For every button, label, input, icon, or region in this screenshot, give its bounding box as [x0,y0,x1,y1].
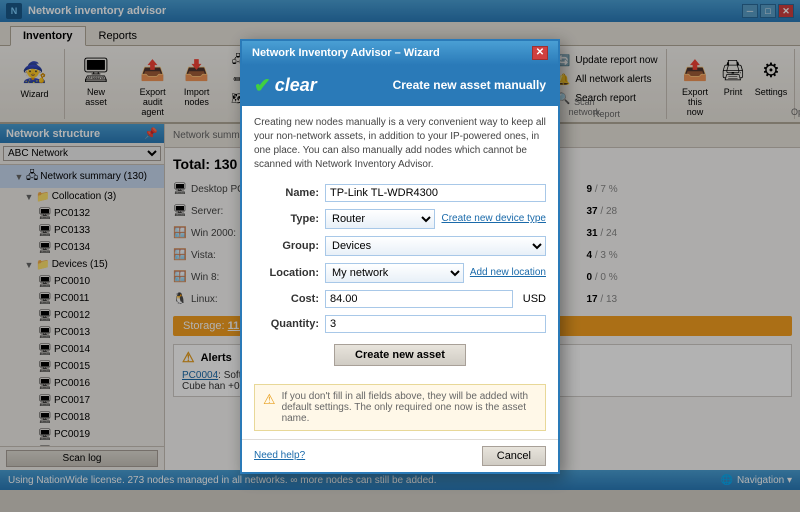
modal-overlay: Network Inventory Advisor – Wizard ✕ ✔ c… [0,0,800,512]
logo-text: clear [275,75,317,96]
app-logo: ✔ clear [254,73,317,98]
type-select[interactable]: Router Switch Server Desktop PC [325,209,435,229]
warning-icon: ⚠ [263,391,276,408]
name-label: Name: [254,187,319,199]
form-row-type: Type: Router Switch Server Desktop PC Cr… [254,209,546,229]
modal-body: Creating new nodes manually is a very co… [242,106,558,376]
form-row-cost: Cost: USD [254,290,546,308]
type-label: Type: [254,213,319,225]
cancel-button[interactable]: Cancel [482,446,546,466]
cost-input[interactable] [325,290,513,308]
modal-description: Creating new nodes manually is a very co… [254,116,546,172]
location-select[interactable]: My network Office [325,263,464,283]
create-button-container: Create new asset [254,344,546,366]
modal-header-title: Create new asset manually [393,78,546,92]
currency-label: USD [523,293,546,305]
footer-note-text: If you don't fill in all fields above, t… [282,391,537,424]
form-row-location: Location: My network Office Add new loca… [254,263,546,283]
need-help-link[interactable]: Need help? [254,450,305,461]
location-label: Location: [254,267,319,279]
form-row-quantity: Quantity: [254,315,546,333]
modal-bottom: Need help? Cancel [242,439,558,472]
name-input[interactable] [325,184,546,202]
create-asset-button[interactable]: Create new asset [334,344,466,366]
modal-titlebar: Network Inventory Advisor – Wizard ✕ [242,41,558,65]
check-icon: ✔ [254,73,271,98]
add-location-link[interactable]: Add new location [470,267,546,278]
group-label: Group: [254,240,319,252]
cost-label: Cost: [254,293,319,305]
modal-close-button[interactable]: ✕ [532,46,548,60]
footer-note: ⚠ If you don't fill in all fields above,… [254,384,546,431]
create-asset-modal: Network Inventory Advisor – Wizard ✕ ✔ c… [240,39,560,474]
modal-form: Name: Type: Router Switch Server Desktop… [254,184,546,366]
quantity-input[interactable] [325,315,546,333]
quantity-label: Quantity: [254,318,319,330]
modal-title: Network Inventory Advisor – Wizard [252,47,440,59]
create-device-type-link[interactable]: Create new device type [441,213,546,224]
form-row-group: Group: Devices Collocation Linux Systems [254,236,546,256]
form-row-name: Name: [254,184,546,202]
group-select[interactable]: Devices Collocation Linux Systems [325,236,546,256]
modal-header: ✔ clear Create new asset manually [242,65,558,106]
